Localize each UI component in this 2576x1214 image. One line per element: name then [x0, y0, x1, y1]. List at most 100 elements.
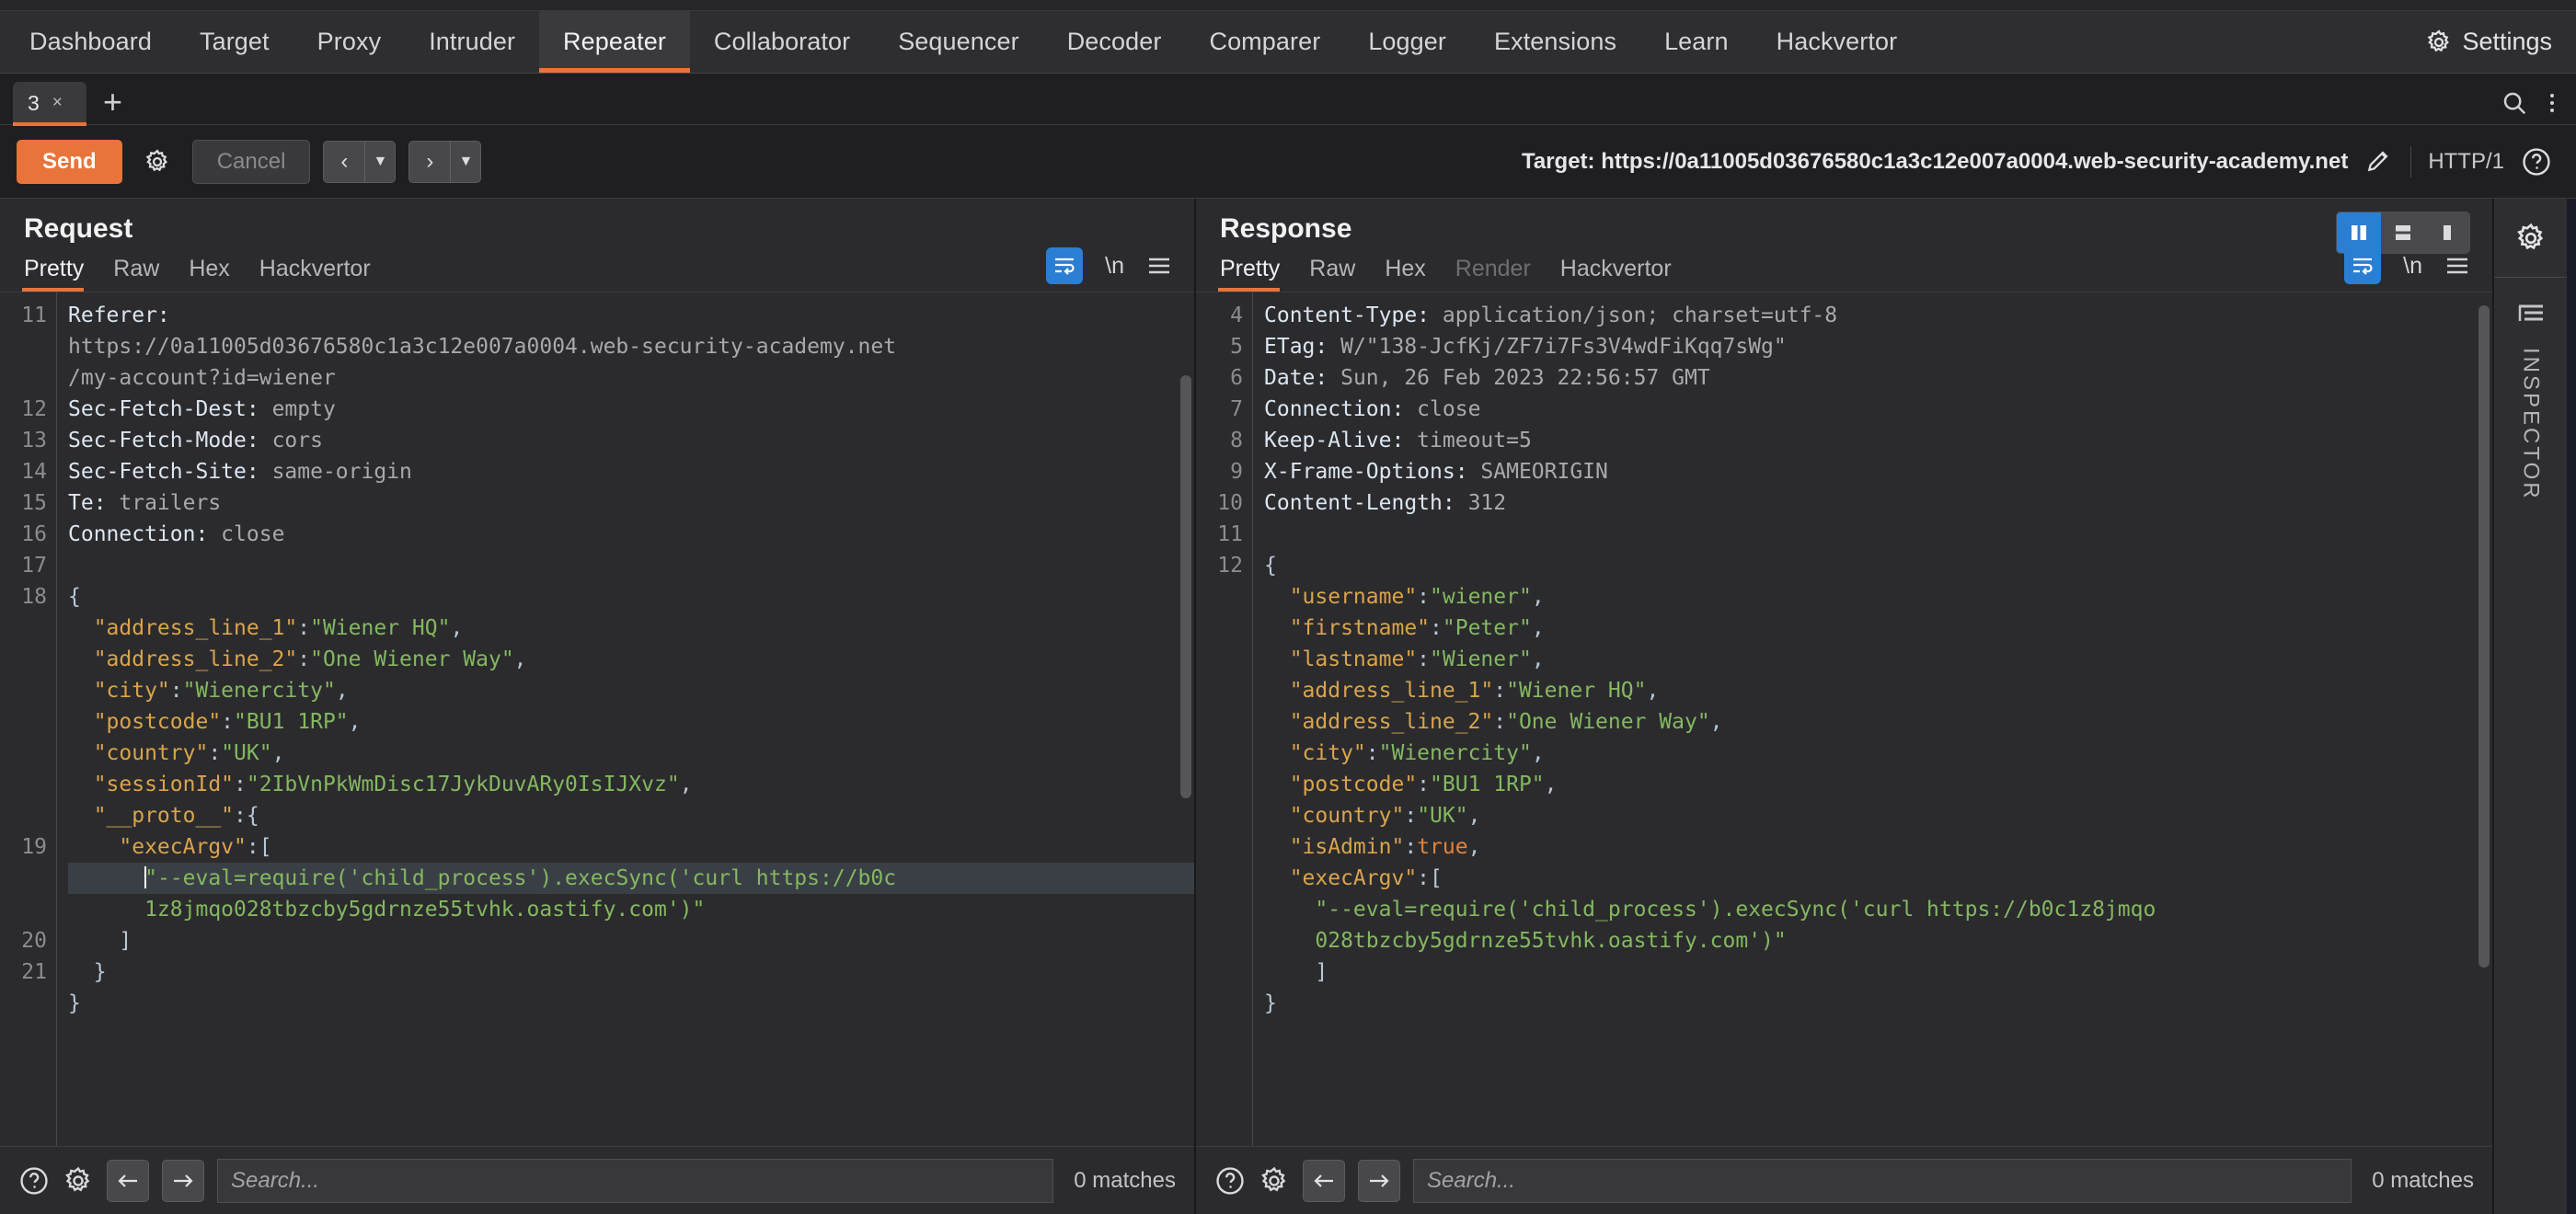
- response-code-line[interactable]: [1264, 519, 2492, 550]
- nav-tab-learn[interactable]: Learn: [1640, 11, 1753, 73]
- response-code-line[interactable]: X-Frame-Options: SAMEORIGIN: [1264, 456, 2492, 487]
- response-editor[interactable]: 4 5 6 7 8 9 10 11 12 Content-Type: application/j…: [1196, 292, 2492, 1146]
- repeater-tab[interactable]: 3 ×: [13, 82, 86, 126]
- response-code-line[interactable]: Connection: close: [1264, 394, 2492, 425]
- gear-icon[interactable]: [63, 1165, 94, 1197]
- nav-tab-dashboard[interactable]: Dashboard: [6, 11, 176, 73]
- search-prev-button[interactable]: [1303, 1159, 1345, 1202]
- response-code-line[interactable]: "city":"Wienercity",: [1264, 738, 2492, 769]
- request-code-line[interactable]: "city":"Wienercity",: [68, 675, 1194, 706]
- request-scrollbar[interactable]: [1180, 375, 1191, 798]
- caret-down-icon[interactable]: ▼: [451, 142, 480, 182]
- request-tab-hackvertor[interactable]: Hackvertor: [259, 256, 391, 292]
- response-code-line[interactable]: "address_line_1":"Wiener HQ",: [1264, 675, 2492, 706]
- request-code-line[interactable]: Te: trailers: [68, 487, 1194, 519]
- response-search-input[interactable]: Search...: [1413, 1158, 2352, 1203]
- search-next-button[interactable]: [1358, 1159, 1400, 1202]
- caret-down-icon[interactable]: ▼: [365, 142, 395, 182]
- response-code-line[interactable]: "address_line_2":"One Wiener Way",: [1264, 706, 2492, 738]
- request-code-line[interactable]: [68, 550, 1194, 581]
- request-code-line[interactable]: /my-account?id=wiener: [68, 362, 1194, 394]
- nav-tab-extensions[interactable]: Extensions: [1470, 11, 1640, 73]
- inspector-settings-button[interactable]: [2494, 199, 2567, 278]
- gear-icon[interactable]: [1259, 1165, 1290, 1197]
- hamburger-menu-icon[interactable]: [1146, 255, 1172, 277]
- request-code-line[interactable]: Connection: close: [68, 519, 1194, 550]
- inspector-label[interactable]: INSPECTOR: [2518, 348, 2544, 501]
- word-wrap-icon[interactable]: [1046, 247, 1084, 284]
- request-code-line[interactable]: "__proto__":{: [68, 800, 1194, 831]
- response-code-line[interactable]: "lastname":"Wiener",: [1264, 644, 2492, 675]
- request-code-line[interactable]: "country":"UK",: [68, 738, 1194, 769]
- response-code-line[interactable]: Date: Sun, 26 Feb 2023 22:56:57 GMT: [1264, 362, 2492, 394]
- kebab-menu-icon[interactable]: [2548, 89, 2556, 117]
- response-code-line[interactable]: ]: [1264, 956, 2492, 988]
- nav-tab-repeater[interactable]: Repeater: [539, 11, 690, 73]
- request-code[interactable]: Referer: https://0a11005d03676580c1a3c12e…: [57, 292, 1194, 1146]
- response-code-line[interactable]: ETag: W/"138-JcfKj/ZF7i7Fs3V4wdFiKqq7sWg…: [1264, 331, 2492, 362]
- response-code-line[interactable]: "postcode":"BU1 1RP",: [1264, 769, 2492, 800]
- send-button[interactable]: Send: [17, 139, 122, 184]
- history-forward-button[interactable]: › ▼: [408, 140, 482, 183]
- response-code-line[interactable]: 028tbzcby5gdrnze55tvhk.oastify.com')": [1264, 925, 2492, 956]
- nav-tab-proxy[interactable]: Proxy: [293, 11, 406, 73]
- nav-tab-collaborator[interactable]: Collaborator: [690, 11, 874, 73]
- request-code-line[interactable]: "--eval=require('child_process').execSyn…: [68, 863, 1194, 894]
- response-tab-raw[interactable]: Raw: [1309, 256, 1375, 292]
- chevron-right-icon[interactable]: ›: [409, 142, 450, 182]
- nav-tab-comparer[interactable]: Comparer: [1185, 11, 1344, 73]
- close-icon[interactable]: ×: [52, 93, 63, 113]
- request-search-input[interactable]: Search...: [217, 1158, 1054, 1203]
- response-code-line[interactable]: Keep-Alive: timeout=5: [1264, 425, 2492, 456]
- request-code-line[interactable]: {: [68, 581, 1194, 613]
- question-circle-icon[interactable]: [1214, 1165, 1246, 1197]
- request-code-line[interactable]: }: [68, 956, 1194, 988]
- pencil-icon[interactable]: [2364, 147, 2394, 177]
- search-next-button[interactable]: [162, 1159, 204, 1202]
- nav-tab-target[interactable]: Target: [176, 11, 293, 73]
- question-circle-icon[interactable]: [2521, 146, 2552, 178]
- response-code-line[interactable]: "--eval=require('child_process').execSyn…: [1264, 894, 2492, 925]
- cancel-button[interactable]: Cancel: [191, 139, 311, 184]
- nav-tab-decoder[interactable]: Decoder: [1043, 11, 1186, 73]
- response-tab-hex[interactable]: Hex: [1385, 256, 1445, 292]
- response-tab-pretty[interactable]: Pretty: [1217, 256, 1300, 292]
- word-wrap-icon[interactable]: [2344, 247, 2382, 284]
- request-settings-button[interactable]: [135, 141, 179, 183]
- add-tab-button[interactable]: +: [86, 86, 139, 124]
- response-code-line[interactable]: "firstname":"Peter",: [1264, 613, 2492, 644]
- search-icon[interactable]: [2501, 89, 2528, 117]
- question-circle-icon[interactable]: [18, 1165, 50, 1197]
- request-code-line[interactable]: }: [68, 988, 1194, 1019]
- request-code-line[interactable]: ]: [68, 925, 1194, 956]
- chevron-left-icon[interactable]: ‹: [324, 142, 364, 182]
- response-code-line[interactable]: {: [1264, 550, 2492, 581]
- request-tab-raw[interactable]: Raw: [113, 256, 179, 292]
- response-code-line[interactable]: }: [1264, 988, 2492, 1019]
- request-editor[interactable]: 11 12 13 14 15 16 17 18 19 20 21 Referer: https://0…: [0, 292, 1194, 1146]
- response-scrollbar[interactable]: [2478, 305, 2490, 968]
- newline-toggle[interactable]: \n: [2403, 253, 2422, 280]
- settings-button[interactable]: Settings: [2409, 11, 2576, 73]
- request-code-line[interactable]: Sec-Fetch-Site: same-origin: [68, 456, 1194, 487]
- request-code-line[interactable]: https://0a11005d03676580c1a3c12e007a0004…: [68, 331, 1194, 362]
- history-back-button[interactable]: ‹ ▼: [323, 140, 397, 183]
- response-code-line[interactable]: Content-Type: application/json; charset=…: [1264, 300, 2492, 331]
- response-code-line[interactable]: Content-Length: 312: [1264, 487, 2492, 519]
- response-code[interactable]: Content-Type: application/json; charset=…: [1253, 292, 2492, 1146]
- request-code-line[interactable]: "address_line_2":"One Wiener Way",: [68, 644, 1194, 675]
- request-code-line[interactable]: 1z8jmqo028tbzcby5gdrnze55tvhk.oastify.co…: [68, 894, 1194, 925]
- request-code-line[interactable]: "address_line_1":"Wiener HQ",: [68, 613, 1194, 644]
- response-code-line[interactable]: "country":"UK",: [1264, 800, 2492, 831]
- request-code-line[interactable]: "execArgv":[: [68, 831, 1194, 863]
- hamburger-menu-icon[interactable]: [2444, 255, 2470, 277]
- search-prev-button[interactable]: [107, 1159, 149, 1202]
- request-tab-hex[interactable]: Hex: [189, 256, 249, 292]
- nav-tab-intruder[interactable]: Intruder: [405, 11, 539, 73]
- request-code-line[interactable]: Sec-Fetch-Mode: cors: [68, 425, 1194, 456]
- request-tab-pretty[interactable]: Pretty: [21, 256, 104, 292]
- nav-tab-sequencer[interactable]: Sequencer: [874, 11, 1043, 73]
- request-code-line[interactable]: Sec-Fetch-Dest: empty: [68, 394, 1194, 425]
- newline-toggle[interactable]: \n: [1105, 253, 1124, 280]
- request-code-line[interactable]: "sessionId":"2IbVnPkWmDisc17JykDuvARy0Is…: [68, 769, 1194, 800]
